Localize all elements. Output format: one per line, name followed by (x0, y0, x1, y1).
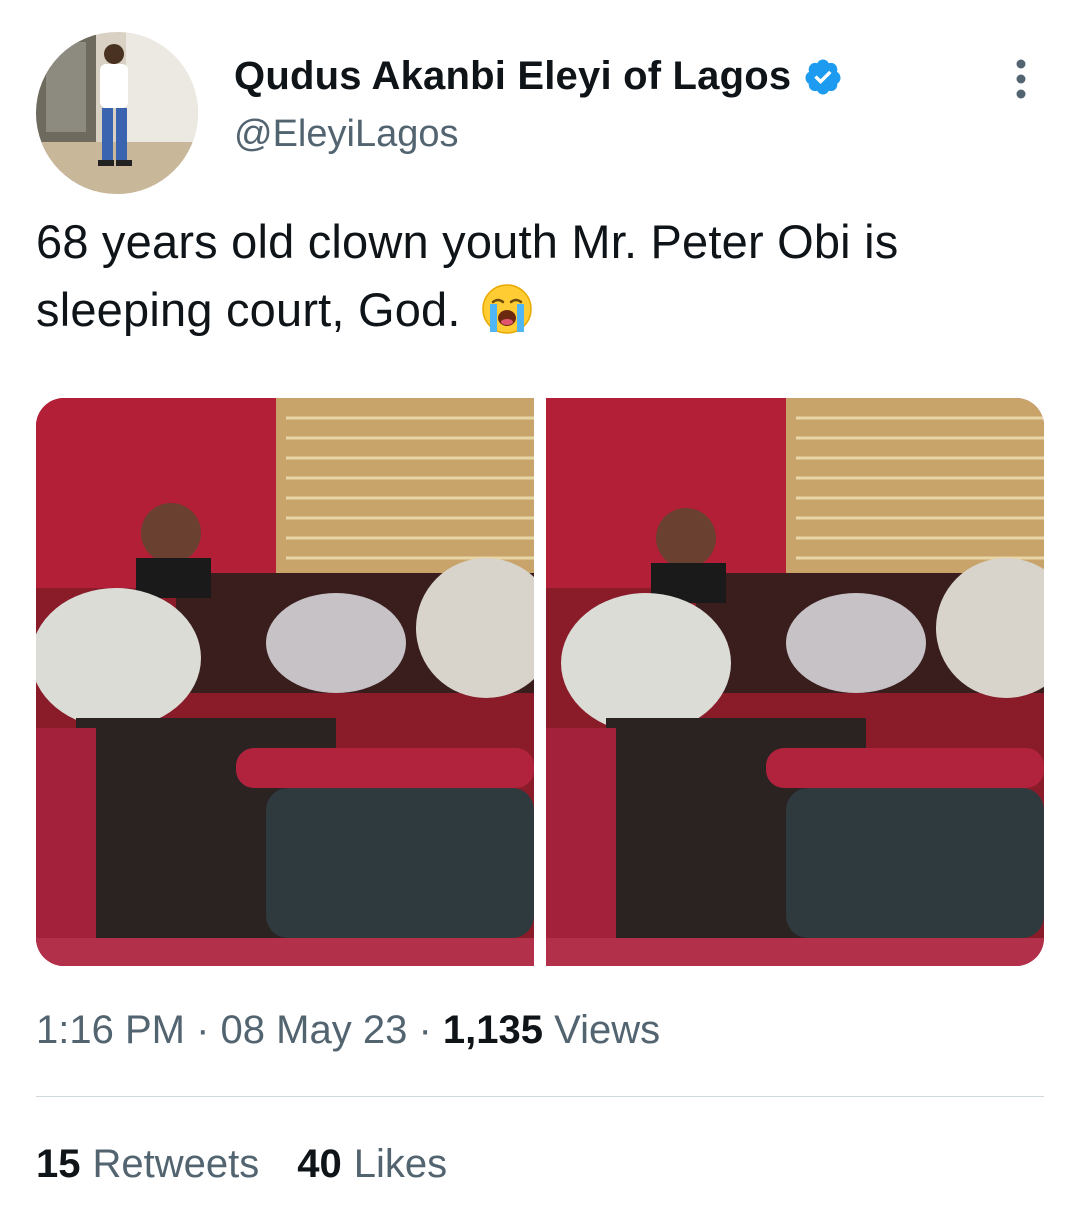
views-count: 1,135 (442, 1008, 544, 1052)
tweet-date[interactable]: 08 May 23 (221, 1008, 408, 1052)
author-handle[interactable]: @EleyiLagos (234, 113, 458, 156)
loudly-crying-face-icon (480, 282, 534, 336)
tweet-text: 68 years old clown youth Mr. Peter Obi i… (36, 208, 1046, 344)
tweet-text-body: 68 years old clown youth Mr. Peter Obi i… (36, 215, 899, 336)
retweets-label: Retweets (92, 1142, 260, 1186)
likes-label: Likes (353, 1142, 448, 1186)
avatar[interactable] (36, 32, 198, 194)
author-name-row[interactable]: Qudus Akanbi Eleyi of Lagos (234, 54, 843, 99)
media-grid (36, 398, 1044, 966)
likes-count: 40 (297, 1142, 342, 1186)
tweet-time[interactable]: 1:16 PM (36, 1008, 185, 1052)
engagement-stats: 15 Retweets 40 Likes (36, 1142, 447, 1187)
retweets-stat[interactable]: 15 Retweets (36, 1142, 259, 1187)
verified-badge-icon (803, 57, 843, 97)
views-label: Views (554, 1008, 661, 1052)
meta-separator: · (418, 1008, 432, 1052)
tweet-meta: 1:16 PM · 08 May 23 · 1,135 Views (36, 1008, 660, 1053)
retweets-count: 15 (36, 1142, 81, 1186)
divider (36, 1096, 1044, 1097)
courtroom-photo-2[interactable] (546, 398, 1044, 966)
likes-stat[interactable]: 40 Likes (297, 1142, 447, 1187)
more-options-icon[interactable] (1008, 56, 1034, 102)
display-name[interactable]: Qudus Akanbi Eleyi of Lagos (234, 54, 791, 99)
tweet-detail: Qudus Akanbi Eleyi of Lagos @EleyiLagos … (0, 0, 1080, 1218)
courtroom-photo-1[interactable] (36, 398, 534, 966)
meta-separator: · (196, 1008, 210, 1052)
